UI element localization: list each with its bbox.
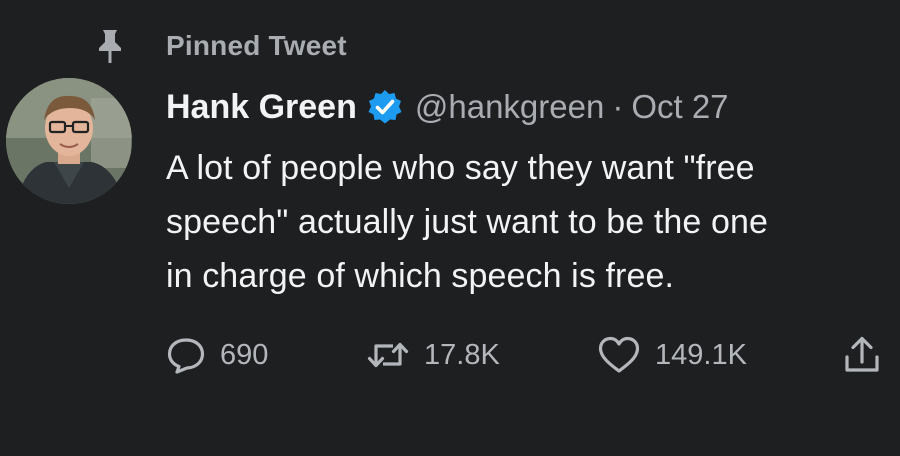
- separator-dot: ·: [612, 88, 624, 125]
- tweet-header: Hank Green @hankgreen · Oct 27: [166, 84, 729, 130]
- reply-button[interactable]: 690: [166, 330, 268, 380]
- heart-icon: [598, 336, 640, 373]
- retweet-button[interactable]: 17.8K: [366, 330, 500, 380]
- like-count: 149.1K: [655, 338, 747, 371]
- retweet-count: 17.8K: [424, 338, 500, 371]
- pin-icon: [99, 30, 121, 63]
- avatar-image: [6, 78, 132, 204]
- pinned-tweet-row: Pinned Tweet: [0, 28, 900, 64]
- verified-badge-icon: [368, 90, 402, 124]
- author-name[interactable]: Hank Green: [166, 88, 357, 127]
- pinned-tweet-label: Pinned Tweet: [166, 30, 347, 61]
- tweet-actions: 690 17.8K 149.1K: [0, 330, 900, 380]
- avatar[interactable]: [6, 78, 132, 204]
- like-button[interactable]: 149.1K: [597, 330, 747, 380]
- reply-count: 690: [220, 338, 269, 371]
- author-handle[interactable]: @hankgreen: [415, 88, 604, 126]
- reply-icon: [167, 338, 205, 374]
- retweet-icon: [367, 342, 409, 368]
- tweet-card[interactable]: Pinned Tweet Hank Green @hankgreen · Oct…: [0, 0, 900, 456]
- share-button[interactable]: [842, 330, 882, 380]
- tweet-text: A lot of people who say they want "free …: [166, 149, 769, 295]
- tweet-date[interactable]: Oct 27: [631, 88, 728, 126]
- share-icon: [845, 336, 879, 372]
